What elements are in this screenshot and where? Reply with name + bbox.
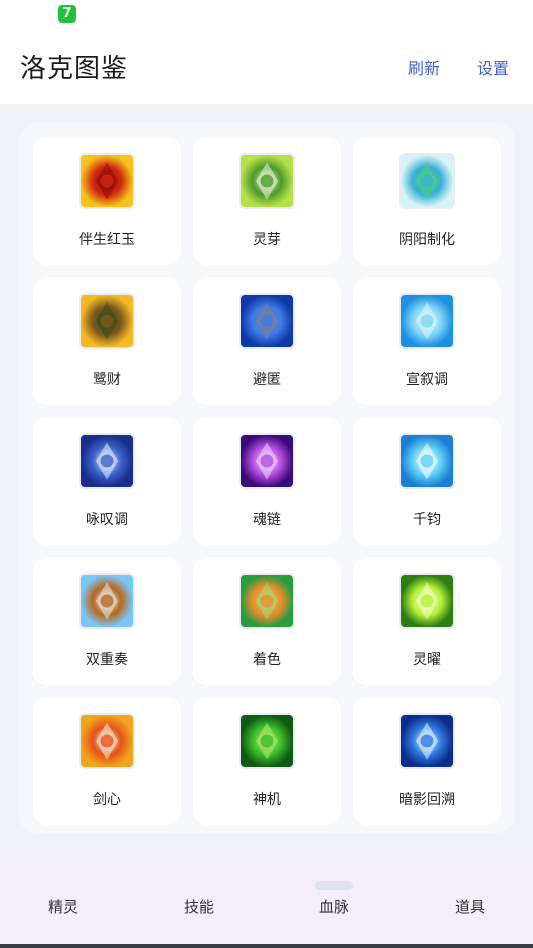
mech-spear-icon	[239, 713, 295, 769]
shadow-rune-icon	[399, 713, 455, 769]
sprout-icon	[239, 153, 295, 209]
spirit-chain-icon	[239, 433, 295, 489]
bloodline-card[interactable]: 着色	[193, 557, 341, 685]
nav-tab-label: 技能	[183, 898, 214, 916]
bloodline-card[interactable]: 宣叙调	[353, 277, 501, 405]
nav-tab-label: 道具	[454, 898, 485, 916]
card-label: 伴生红玉	[79, 232, 135, 248]
nav-tab-label: 精灵	[47, 898, 78, 916]
snowflake-icon	[79, 433, 135, 489]
bottom-navigation: 精灵 技能 血脉 道具	[0, 854, 533, 948]
bloodline-card[interactable]: 神机	[193, 697, 341, 825]
card-label: 剑心	[93, 792, 121, 808]
card-label: 宣叙调	[406, 372, 448, 388]
nav-tab-items[interactable]: 道具	[410, 854, 530, 948]
bloodline-card[interactable]: 咏叹调	[33, 417, 181, 545]
status-bar: 7	[0, 0, 533, 30]
bloodline-grid: 伴生红玉 灵芽 阴阳制化鹭财 避匿 宣叙调咏叹调 魂链 千钧双重奏 着色 灵曜剑心 神机 暗影回溯	[19, 123, 515, 833]
refresh-button[interactable]: 刷新	[408, 55, 440, 79]
paint-brush-icon	[239, 573, 295, 629]
page-title: 洛克图鉴	[20, 54, 129, 84]
bloodline-card[interactable]: 剑心	[33, 697, 181, 825]
settings-button[interactable]: 设置	[477, 55, 509, 79]
hidden-stone-icon	[239, 293, 295, 349]
nav-tab-bloodline[interactable]: 血脉	[274, 854, 394, 948]
card-label: 千钧	[413, 512, 441, 528]
nav-tab-label: 血脉	[318, 898, 349, 916]
card-label: 咏叹调	[86, 512, 128, 528]
card-label: 灵曜	[413, 652, 441, 668]
bloodline-card[interactable]: 魂链	[193, 417, 341, 545]
bloodline-card[interactable]: 鹭财	[33, 277, 181, 405]
bloodline-card[interactable]: 灵曜	[353, 557, 501, 685]
bloodline-card[interactable]: 暗影回溯	[353, 697, 501, 825]
card-label: 避匿	[253, 372, 281, 388]
card-label: 神机	[253, 792, 281, 808]
gesture-bar	[0, 944, 533, 948]
card-label: 双重奏	[86, 652, 128, 668]
music-note-icon	[399, 293, 455, 349]
bloodline-card[interactable]: 避匿	[193, 277, 341, 405]
crossed-swords-icon	[79, 713, 135, 769]
bloodline-card[interactable]: 千钧	[353, 417, 501, 545]
content-area: 伴生红玉 灵芽 阴阳制化鹭财 避匿 宣叙调咏叹调 魂链 千钧双重奏 着色 灵曜剑心 神机 暗影回溯	[0, 104, 533, 854]
green-blades-icon	[399, 573, 455, 629]
app-notification-icon: 7	[58, 5, 76, 23]
yin-yang-swirl-icon	[399, 153, 455, 209]
water-orb-icon	[399, 433, 455, 489]
duet-fighter-icon	[79, 573, 135, 629]
tree-coins-icon	[79, 293, 135, 349]
bloodline-card[interactable]: 灵芽	[193, 137, 341, 265]
card-label: 暗影回溯	[399, 792, 455, 808]
card-label: 阴阳制化	[399, 232, 455, 248]
red-gem-icon	[79, 153, 135, 209]
active-tab-indicator	[315, 881, 353, 890]
card-label: 魂链	[253, 512, 281, 528]
card-label: 灵芽	[253, 232, 281, 248]
app-bar: 洛克图鉴 刷新 设置	[0, 30, 533, 104]
card-label: 鹭财	[93, 372, 121, 388]
bloodline-card[interactable]: 阴阳制化	[353, 137, 501, 265]
bloodline-card[interactable]: 双重奏	[33, 557, 181, 685]
card-label: 着色	[253, 652, 281, 668]
nav-tab-skills[interactable]: 技能	[139, 854, 259, 948]
bloodline-card[interactable]: 伴生红玉	[33, 137, 181, 265]
nav-tab-spirits[interactable]: 精灵	[3, 854, 123, 948]
